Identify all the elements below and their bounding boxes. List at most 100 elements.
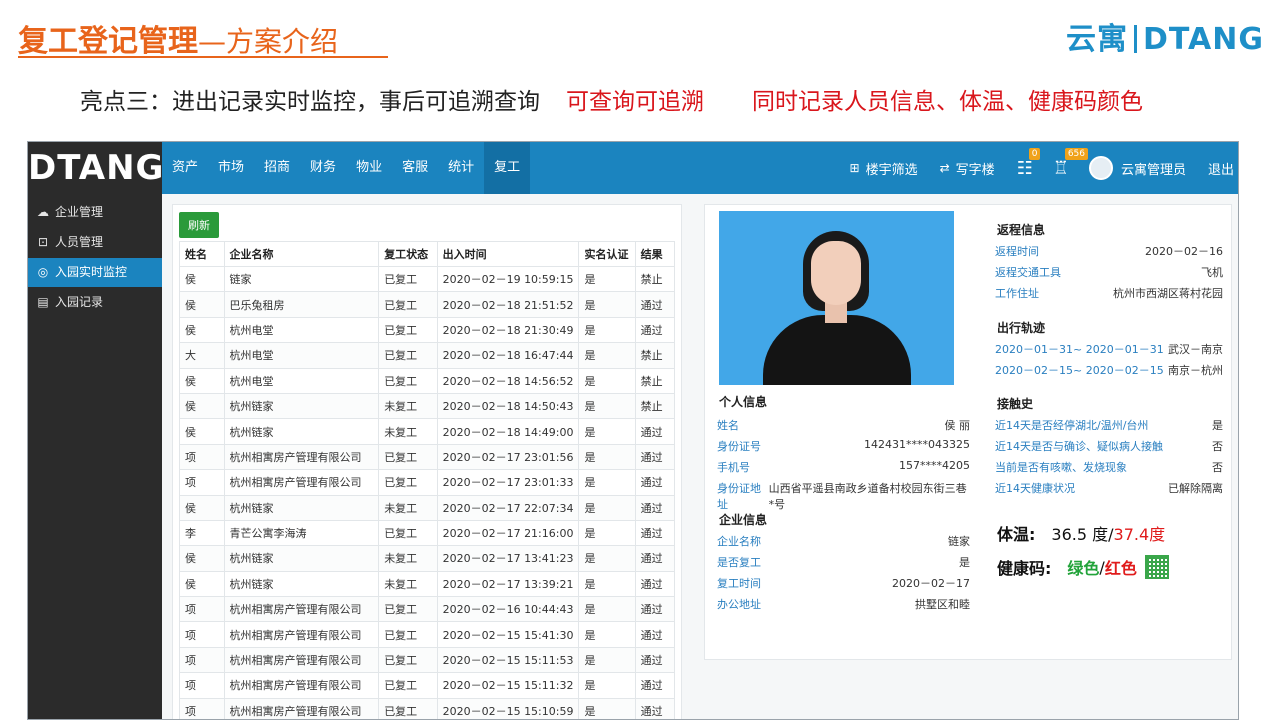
sidebar-item[interactable]: ☁ 企业管理 (28, 198, 162, 227)
table-cell: 2020－02－17 13:39:21 (436, 570, 580, 598)
table-body: 侯链家 已复工 2020－02－19 10:59:15 是禁止侯巴乐兔租房 已复工 202… (179, 265, 676, 719)
table-cell: 是 (578, 342, 636, 369)
nav-item[interactable]: 复工 (484, 142, 531, 194)
company-info-field-key: 复工时间 (717, 577, 761, 590)
company-info-title: 企业信息 (719, 513, 768, 527)
personal-info-field: 身份证地址 山西省平遥县南政乡道备村校园东街三巷*号 (717, 480, 970, 512)
temperature-value: 36.5 度/ (1051, 525, 1114, 544)
table-row[interactable]: 侯杭州电堂 已复工 2020－02－18 21:30:49 是通过 (179, 316, 676, 344)
travel-track-field: 2020－01－31~ 2020－01－31 武汉－南京 (995, 341, 1223, 357)
table-cell: 通过 (634, 672, 676, 699)
table-cell: 杭州相寓房产管理有限公司 (223, 621, 380, 648)
table-row[interactable]: 大杭州电堂 已复工 2020－02－18 16:47:44 是禁止 (179, 342, 676, 369)
table-row[interactable]: 项杭州相寓房产管理有限公司 已复工 2020－02－15 15:11:53 是通过 (179, 646, 676, 674)
contact-history-field-key: 近14天是否经停湖北/温州/台州 (995, 419, 1149, 432)
table-row[interactable]: 项杭州相寓房产管理有限公司 已复工 2020－02－15 15:11:32 是通过 (179, 672, 676, 699)
table-cell: 杭州相寓房产管理有限公司 (223, 469, 380, 496)
temperature-value-high: 37.4度 (1113, 525, 1166, 544)
travel-track-field: 2020－02－15~ 2020－02－15 南京－杭州 (995, 362, 1223, 378)
table-cell: 项 (179, 469, 225, 496)
table-row[interactable]: 侯巴乐兔租房 已复工 2020－02－18 21:51:52 是通过 (179, 291, 676, 318)
travel-track-field-key: 2020－01－31~ 2020－01－31 (995, 343, 1164, 356)
sidebar-item[interactable]: ▤ 入园记录 (28, 288, 162, 317)
nav-item[interactable]: 招商 (254, 142, 300, 194)
table-row[interactable]: 项杭州相寓房产管理有限公司 已复工 2020－02－16 10:44:43 是通过 (179, 596, 676, 623)
nav-item[interactable]: 统计 (438, 142, 484, 194)
nav-item[interactable]: 市场 (208, 142, 254, 194)
company-info-field-value: 链家 (948, 535, 970, 548)
slide-title: 复工登记管理—方案介绍 (18, 16, 338, 60)
logout-button[interactable]: 退出 (1208, 159, 1234, 178)
calendar-icon: ☷ (1016, 157, 1033, 179)
table-row[interactable]: 侯杭州链家 未复工 2020－02－18 14:50:43 是禁止 (179, 392, 676, 420)
app-screenshot: DTANG 资产 市场 招商 财务 物业 客服 统计 复工 ⊞ 楼宇筛选 ⇄ 写字楼 ☷ 0 ♖ 65… (27, 141, 1239, 720)
contact-history-field-key: 当前是否有咳嗽、发烧现象 (995, 461, 1127, 474)
table-cell: 是 (578, 367, 636, 394)
headline-red-1: 可查询可追溯 (566, 89, 704, 115)
company-info-field: 是否复工 是 (717, 554, 970, 570)
column-header[interactable]: 实名认证 (578, 241, 636, 267)
user-name: 云寓管理员 (1120, 162, 1186, 178)
table-cell: 通过 (634, 494, 676, 521)
table-cell: 2020－02－18 16:47:44 (436, 342, 580, 369)
travel-track-field-value: 武汉－南京 (1168, 343, 1223, 356)
table-cell: 已复工 (378, 646, 438, 674)
person-card-icon: ⊡ (37, 235, 49, 249)
avatar[interactable] (1088, 156, 1113, 180)
building-filter-button[interactable]: ⊞ 楼宇筛选 (850, 159, 918, 178)
alert-button[interactable]: ♖ 656 (1053, 147, 1089, 179)
table-cell: 是 (578, 596, 636, 623)
nav-item[interactable]: 财务 (300, 142, 346, 194)
table-row[interactable]: 项杭州相寓房产管理有限公司 已复工 2020－02－15 15:41:30 是通过 (179, 621, 676, 648)
personal-info-field-key: 身份证号 (717, 440, 761, 453)
table-row[interactable]: 侯杭州电堂 已复工 2020－02－18 14:56:52 是禁止 (179, 367, 676, 394)
table-cell: 是 (578, 519, 636, 547)
nav-item[interactable]: 物业 (346, 142, 392, 194)
nav-item[interactable]: 客服 (392, 142, 438, 194)
personal-info-field-value: 山西省平遥县南政乡道备村校园东街三巷*号 (768, 482, 967, 511)
table-cell: 侯 (179, 392, 225, 420)
table-cell: 大 (179, 342, 225, 369)
company-logo: 云寓 DTANG (1066, 14, 1264, 58)
column-header[interactable]: 结果 (634, 241, 676, 267)
table-row[interactable]: 项杭州相寓房产管理有限公司 已复工 2020－02－17 23:01:56 是通过 (179, 443, 676, 471)
table-row[interactable]: 侯杭州链家 未复工 2020－02－17 13:39:21 是通过 (179, 570, 676, 598)
table-cell: 已复工 (378, 316, 438, 344)
table-row[interactable]: 侯杭州链家 未复工 2020－02－17 22:07:34 是通过 (179, 494, 676, 521)
table-cell: 通过 (634, 545, 676, 572)
building-switch-button[interactable]: ⇄ 写字楼 (940, 159, 995, 178)
plus-square-icon: ⊞ (849, 161, 860, 175)
column-header[interactable]: 出入时间 (436, 241, 580, 267)
table-cell: 杭州链家 (223, 494, 380, 521)
nav-item[interactable]: 资产 (162, 142, 208, 194)
table-cell: 是 (578, 545, 636, 572)
table-cell: 2020－02－17 13:41:23 (436, 545, 580, 572)
headline-red-2: 同时记录人员信息、体温、健康码颜色 (752, 89, 1143, 115)
cloud-icon: ☁ (37, 205, 49, 219)
table-row[interactable]: 项杭州相寓房产管理有限公司 已复工 2020－02－15 15:10:59 是通过 (179, 697, 676, 719)
table-cell: 2020－02－17 23:01:56 (436, 443, 580, 471)
contact-history-field-value: 是 (1212, 419, 1223, 432)
company-info-field: 复工时间 2020－02－17 (717, 575, 970, 591)
sidebar-item[interactable]: ⊡ 人员管理 (28, 228, 162, 257)
table-row[interactable]: 李青芒公寓李海涛 已复工 2020－02－17 21:16:00 是通过 (179, 519, 676, 547)
column-header[interactable]: 姓名 (179, 241, 225, 267)
user-menu[interactable]: 云寓管理员 (1121, 159, 1186, 178)
column-header[interactable]: 企业名称 (223, 241, 380, 267)
qr-code-icon (1144, 555, 1169, 579)
personal-info-field-key: 姓名 (717, 419, 739, 432)
table-cell: 已复工 (378, 469, 438, 496)
table-row[interactable]: 项杭州相寓房产管理有限公司 已复工 2020－02－17 23:01:33 是通过 (179, 469, 676, 496)
table-cell: 是 (578, 469, 636, 496)
table-cell: 杭州电堂 (223, 316, 380, 344)
column-header[interactable]: 复工状态 (378, 241, 438, 267)
table-cell: 通过 (634, 596, 676, 623)
sidebar-item[interactable]: ◎ 入园实时监控 (28, 258, 162, 287)
refresh-button[interactable]: 刷新 (179, 212, 219, 238)
table-row[interactable]: 侯杭州链家 未复工 2020－02－18 14:49:00 是通过 (179, 418, 676, 445)
table-cell: 已复工 (378, 443, 438, 471)
table-row[interactable]: 侯杭州链家 未复工 2020－02－17 13:41:23 是通过 (179, 545, 676, 572)
table-cell: 已复工 (378, 367, 438, 394)
notification-button[interactable]: ☷ 0 (1016, 147, 1041, 179)
table-row[interactable]: 侯链家 已复工 2020－02－19 10:59:15 是禁止 (179, 265, 676, 293)
